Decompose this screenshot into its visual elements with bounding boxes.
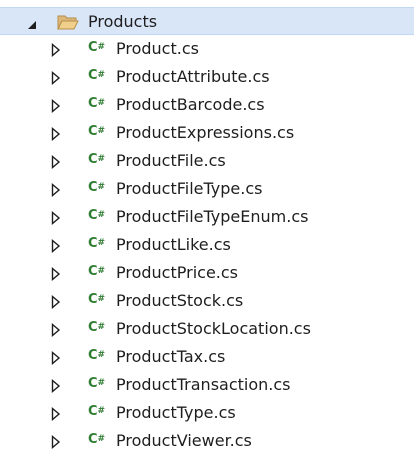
file-label: ProductAttribute.cs <box>116 67 270 86</box>
file-label: Product.cs <box>116 39 199 58</box>
tree-item-file[interactable]: C# ProductBarcode.cs <box>0 91 414 119</box>
expand-arrow-icon[interactable] <box>51 126 61 142</box>
file-label: ProductFile.cs <box>116 151 226 170</box>
tree-item-file[interactable]: C# ProductAttribute.cs <box>0 63 414 91</box>
folder-label: Products <box>88 12 158 31</box>
csharp-file-icon: C# <box>88 432 106 447</box>
file-label: ProductExpressions.cs <box>116 123 295 142</box>
expand-arrow-icon[interactable] <box>51 294 61 310</box>
tree-item-file[interactable]: C# ProductStock.cs <box>0 287 414 315</box>
file-label: ProductFileType.cs <box>116 179 263 198</box>
tree-item-file[interactable]: C# ProductLike.cs <box>0 231 414 259</box>
tree-item-file[interactable]: C# Product.cs <box>0 35 414 63</box>
file-label: ProductTax.cs <box>116 347 226 366</box>
csharp-file-icon: C# <box>88 264 106 279</box>
tree-item-file[interactable]: C# ProductFile.cs <box>0 147 414 175</box>
file-label: ProductStock.cs <box>116 291 244 310</box>
file-label: ProductLike.cs <box>116 235 231 254</box>
expand-arrow-icon[interactable] <box>51 266 61 282</box>
tree-item-file[interactable]: C# ProductFileTypeEnum.cs <box>0 203 414 231</box>
file-label: ProductBarcode.cs <box>116 95 265 114</box>
csharp-file-icon: C# <box>88 40 106 55</box>
expand-arrow-icon[interactable] <box>51 42 61 58</box>
csharp-file-icon: C# <box>88 124 106 139</box>
csharp-file-icon: C# <box>88 208 106 223</box>
tree-item-file[interactable]: C# ProductViewer.cs <box>0 427 414 455</box>
csharp-file-icon: C# <box>88 292 106 307</box>
csharp-file-icon: C# <box>88 348 106 363</box>
file-label: ProductPrice.cs <box>116 263 238 282</box>
solution-explorer-tree: Products C# Product.cs C# ProductAttribute.… <box>0 0 414 455</box>
csharp-file-icon: C# <box>88 404 106 419</box>
file-label: ProductFileTypeEnum.cs <box>116 207 309 226</box>
csharp-file-icon: C# <box>88 320 106 335</box>
expand-arrow-icon[interactable] <box>51 378 61 394</box>
tree-item-file[interactable]: C# ProductPrice.cs <box>0 259 414 287</box>
expand-arrow-icon[interactable] <box>51 98 61 114</box>
expand-arrow-icon[interactable] <box>51 322 61 338</box>
expand-arrow-icon[interactable] <box>51 406 61 422</box>
expand-arrow-icon[interactable] <box>51 182 61 198</box>
expand-arrow-icon[interactable] <box>51 350 61 366</box>
csharp-file-icon: C# <box>88 68 106 83</box>
file-label: ProductStockLocation.cs <box>116 319 311 338</box>
csharp-file-icon: C# <box>88 152 106 167</box>
csharp-file-icon: C# <box>88 96 106 111</box>
file-label: ProductViewer.cs <box>116 431 252 450</box>
expand-arrow-icon[interactable] <box>51 210 61 226</box>
tree-item-file[interactable]: C# ProductType.cs <box>0 399 414 427</box>
expand-arrow-icon[interactable] <box>51 154 61 170</box>
expand-arrow-icon[interactable] <box>51 238 61 254</box>
tree-item-file[interactable]: C# ProductExpressions.cs <box>0 119 414 147</box>
file-label: ProductType.cs <box>116 403 236 422</box>
tree-item-file[interactable]: C# ProductStockLocation.cs <box>0 315 414 343</box>
folder-open-icon <box>57 14 79 30</box>
expand-arrow-icon[interactable] <box>51 434 61 450</box>
tree-item-folder-products[interactable]: Products <box>0 7 414 35</box>
collapse-arrow-icon[interactable] <box>26 16 38 29</box>
csharp-file-icon: C# <box>88 236 106 251</box>
file-label: ProductTransaction.cs <box>116 375 291 394</box>
csharp-file-icon: C# <box>88 180 106 195</box>
tree-item-file[interactable]: C# ProductTransaction.cs <box>0 371 414 399</box>
tree-item-file[interactable]: C# ProductFileType.cs <box>0 175 414 203</box>
expand-arrow-icon[interactable] <box>51 70 61 86</box>
tree-item-file[interactable]: C# ProductTax.cs <box>0 343 414 371</box>
csharp-file-icon: C# <box>88 376 106 391</box>
